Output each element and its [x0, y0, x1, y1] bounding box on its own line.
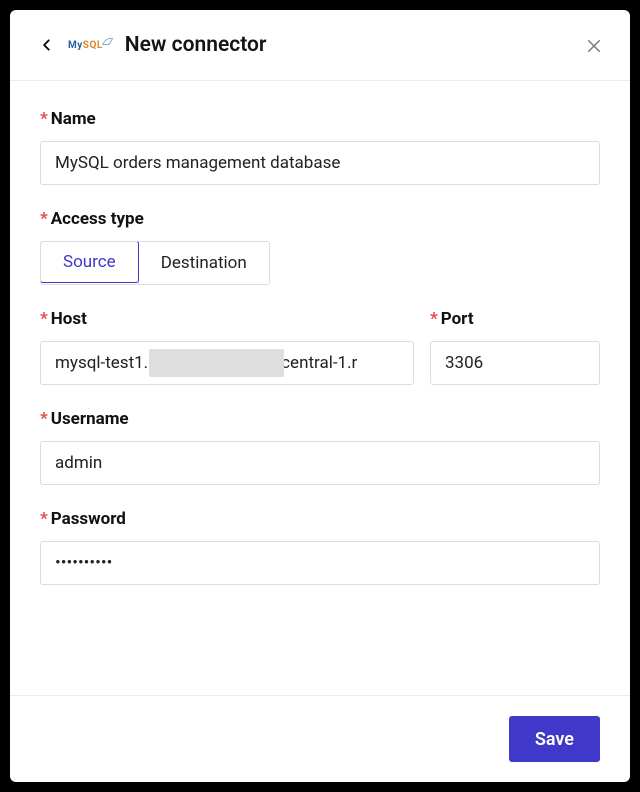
panel-header: MySQL New connector — [10, 10, 630, 80]
label-port: *Port — [430, 309, 600, 329]
logo-text-my: My — [68, 40, 83, 51]
mysql-dolphin-icon — [101, 34, 115, 48]
field-host: *Host — [40, 309, 414, 385]
label-username-text: Username — [51, 409, 129, 429]
label-password: *Password — [40, 509, 600, 529]
field-access-type: *Access type Source Destination — [40, 209, 600, 285]
label-name-text: Name — [51, 109, 96, 129]
connector-form: *Name *Access type Source Destination *H… — [10, 81, 630, 695]
label-access-type: *Access type — [40, 209, 600, 229]
required-marker: * — [40, 409, 48, 429]
panel-title: New connector — [125, 33, 267, 57]
required-marker: * — [40, 309, 48, 329]
label-host: *Host — [40, 309, 414, 329]
logo-text-sql: SQL — [83, 40, 103, 51]
close-button[interactable] — [580, 32, 608, 60]
panel-footer: Save — [10, 695, 630, 782]
required-marker: * — [40, 209, 48, 229]
host-input[interactable] — [40, 341, 414, 385]
field-username: *Username — [40, 409, 600, 485]
username-input[interactable] — [40, 441, 600, 485]
save-button[interactable]: Save — [509, 716, 600, 762]
port-input[interactable] — [430, 341, 600, 385]
field-password: *Password — [40, 509, 600, 585]
label-host-text: Host — [51, 309, 87, 329]
back-button[interactable] — [30, 28, 64, 62]
access-type-source[interactable]: Source — [40, 241, 139, 283]
field-port: *Port — [430, 309, 600, 385]
label-access-type-text: Access type — [51, 209, 144, 229]
access-type-destination[interactable]: Destination — [138, 242, 269, 284]
label-name: *Name — [40, 109, 600, 129]
close-icon — [585, 37, 603, 55]
new-connector-panel: MySQL New connector *Name — [10, 10, 630, 782]
chevron-left-icon — [40, 34, 54, 56]
password-input[interactable] — [40, 541, 600, 585]
access-type-segmented: Source Destination — [40, 241, 270, 285]
field-name: *Name — [40, 109, 600, 185]
required-marker: * — [40, 509, 48, 529]
label-port-text: Port — [441, 309, 474, 329]
label-password-text: Password — [51, 509, 126, 529]
mysql-logo: MySQL — [68, 34, 115, 56]
required-marker: * — [430, 309, 438, 329]
name-input[interactable] — [40, 141, 600, 185]
required-marker: * — [40, 109, 48, 129]
label-username: *Username — [40, 409, 600, 429]
